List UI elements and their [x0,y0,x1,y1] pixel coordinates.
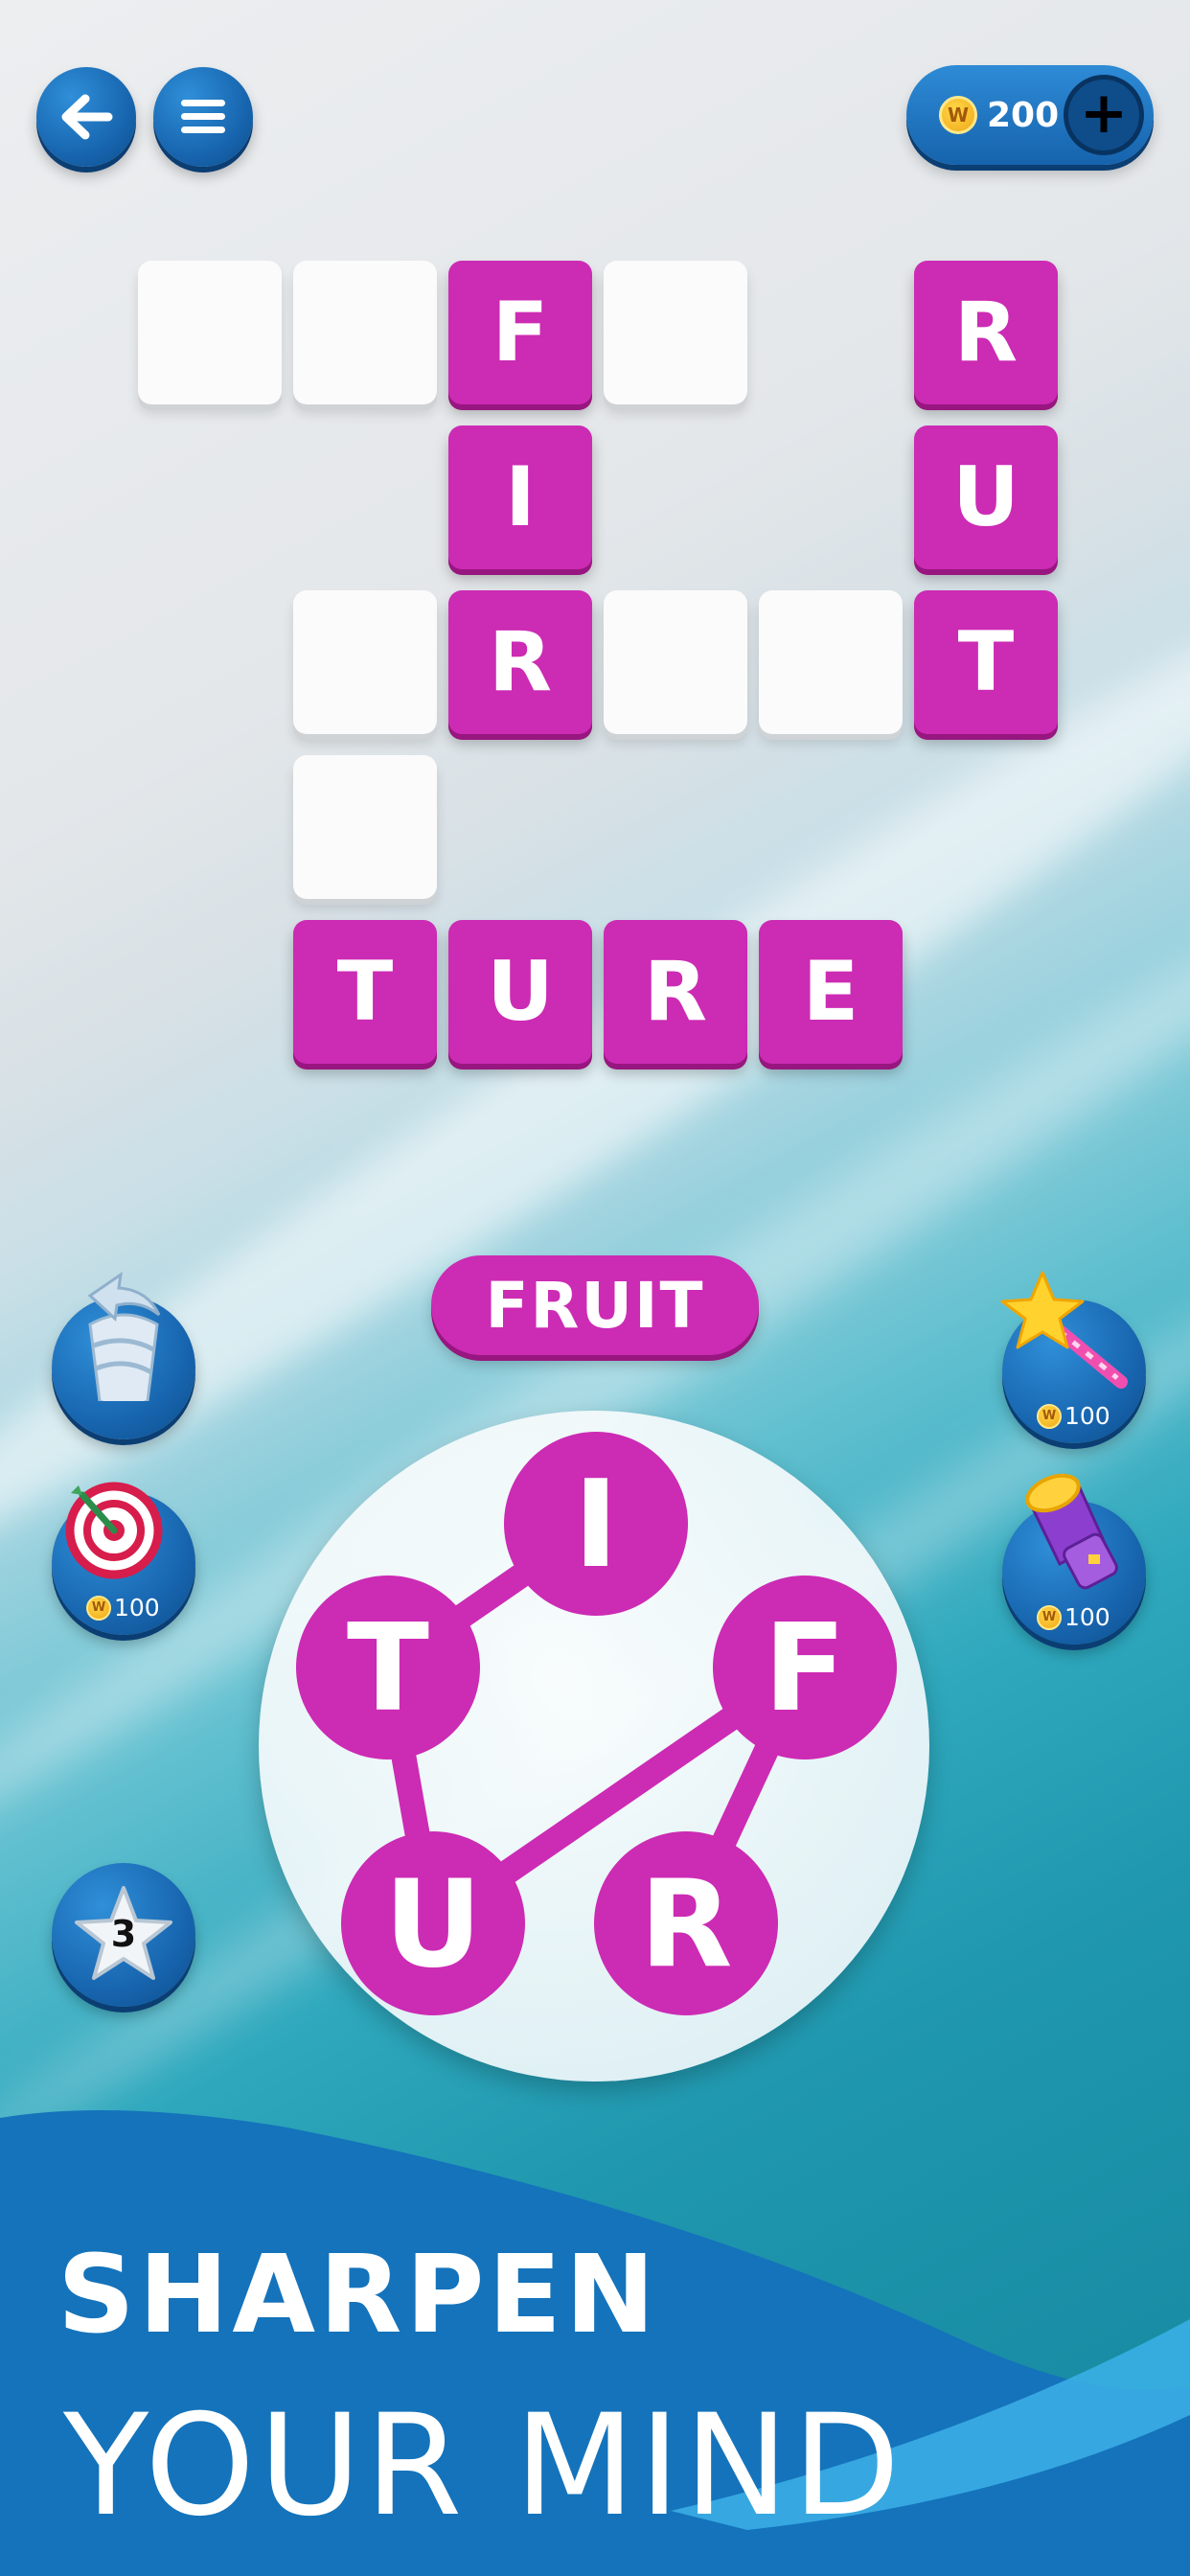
board-cell: E [759,920,903,1064]
tagline-line-1: SHARPEN [57,2233,659,2358]
board-cell [138,261,282,404]
board-cell [293,755,437,899]
target-cost: W 100 [86,1594,160,1622]
board-cell [293,261,437,404]
target-icon [65,1482,163,1579]
arrow-left-icon [61,94,113,140]
target-cost-amount: 100 [114,1594,160,1622]
back-button[interactable] [36,67,136,167]
wheel-letter-t[interactable]: T [296,1576,480,1760]
coin-balance: W 200 + [906,65,1154,165]
wheel-letter-i[interactable]: I [504,1432,688,1616]
magic-wand-button[interactable]: W 100 [1000,1271,1146,1443]
board-cell: T [914,590,1058,734]
flashlight-cost: W 100 [1037,1603,1110,1631]
board-cell: R [448,590,592,734]
star-count: 3 [110,1913,137,1955]
game-screen: W 200 + F R I U R T T U R E FRUIT I T F … [0,0,1190,2576]
tagline-line-2: YOUR MIND [63,2384,904,2547]
wheel-letter-u[interactable]: U [341,1831,525,2015]
board-cell: R [604,920,747,1064]
board-cell [759,590,903,734]
wheel-letter-r[interactable]: R [594,1831,778,2015]
letter-wheel[interactable]: I T F U R [259,1411,929,2082]
coin-icon: W [1037,1403,1062,1429]
magic-wand-cost: W 100 [1037,1402,1110,1430]
board-cell: T [293,920,437,1064]
wheel-letter-f[interactable]: F [713,1576,897,1760]
board-cell: I [448,426,592,569]
coin-icon: W [1037,1604,1062,1630]
magic-wand-cost-amount: 100 [1064,1402,1110,1430]
target-hint-button[interactable]: W 100 [52,1482,195,1635]
add-coins-button[interactable]: + [1064,75,1144,155]
shuffle-icon [87,1271,161,1401]
board-cell: R [914,261,1058,404]
coin-icon: W [86,1595,111,1621]
coin-amount: 200 [987,95,1060,135]
flashlight-button[interactable]: W 100 [1002,1473,1146,1644]
board-cell [604,590,747,734]
plus-icon: + [1079,80,1129,147]
magic-wand-icon [1000,1271,1128,1389]
flashlight-cost-amount: 100 [1064,1603,1110,1631]
menu-button[interactable] [153,67,253,167]
board-cell: U [914,426,1058,569]
star-button[interactable]: 3 [52,1863,195,2007]
hamburger-menu-icon [181,100,225,133]
shuffle-button[interactable] [52,1271,195,1439]
current-word: FRUIT [431,1255,759,1355]
board-cell: U [448,920,592,1064]
flashlight-icon [1025,1473,1118,1590]
board-cell: F [448,261,592,404]
board-cell [293,590,437,734]
coin-icon: W [939,96,977,134]
board-cell [604,261,747,404]
